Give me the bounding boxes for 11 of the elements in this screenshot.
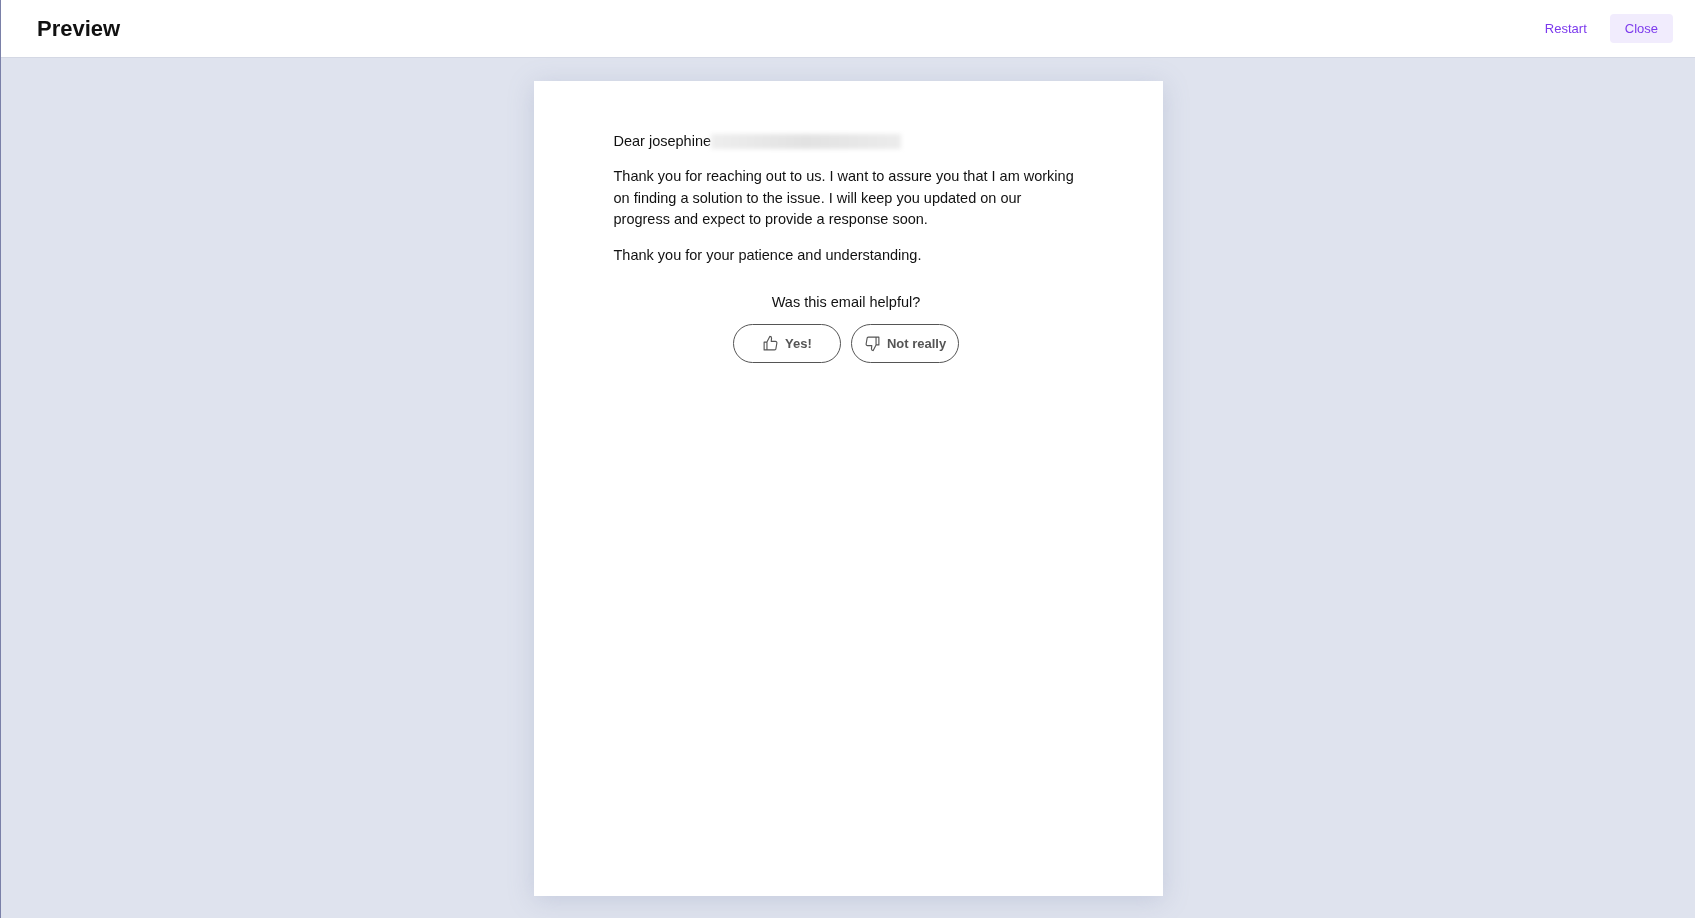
feedback-question: Was this email helpful? (771, 293, 921, 313)
close-button[interactable]: Close (1609, 14, 1673, 43)
email-paragraph: Thank you for reaching out to us. I want to assure you that I am working on finding a solution to the issue. I will keep you updated on our progress and expect to provide a response soon. (613, 167, 1075, 230)
page-title: Preview (37, 15, 121, 42)
no-button[interactable]: Not really (850, 324, 960, 364)
yes-button[interactable]: Yes! (732, 324, 841, 364)
greeting-text: Dear josephine (613, 132, 712, 151)
thumbs-up-icon (762, 335, 779, 353)
thumbs-down-icon (863, 335, 881, 353)
email-paragraph: Thank you for your patience and understanding. (613, 245, 923, 265)
restart-button[interactable]: Restart (1529, 14, 1602, 43)
